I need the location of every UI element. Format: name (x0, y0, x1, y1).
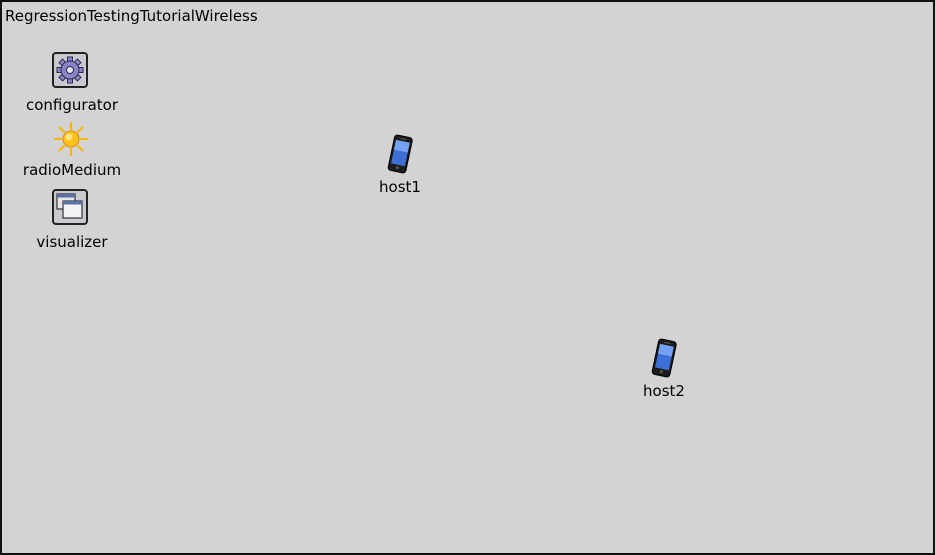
phone-icon (385, 133, 415, 177)
host1-label: host1 (379, 178, 421, 196)
gear-icon (52, 52, 88, 88)
network-canvas[interactable]: RegressionTestingTutorialWireless config… (0, 0, 935, 555)
host2-label: host2 (643, 382, 685, 400)
windows-icon (52, 189, 88, 225)
visualizer-label: visualizer (36, 233, 108, 251)
radio-medium-label: radioMedium (22, 161, 122, 179)
phone-icon (649, 337, 679, 381)
sun-icon (54, 122, 88, 156)
configurator-label: configurator (26, 96, 118, 114)
network-title: RegressionTestingTutorialWireless (5, 7, 258, 25)
